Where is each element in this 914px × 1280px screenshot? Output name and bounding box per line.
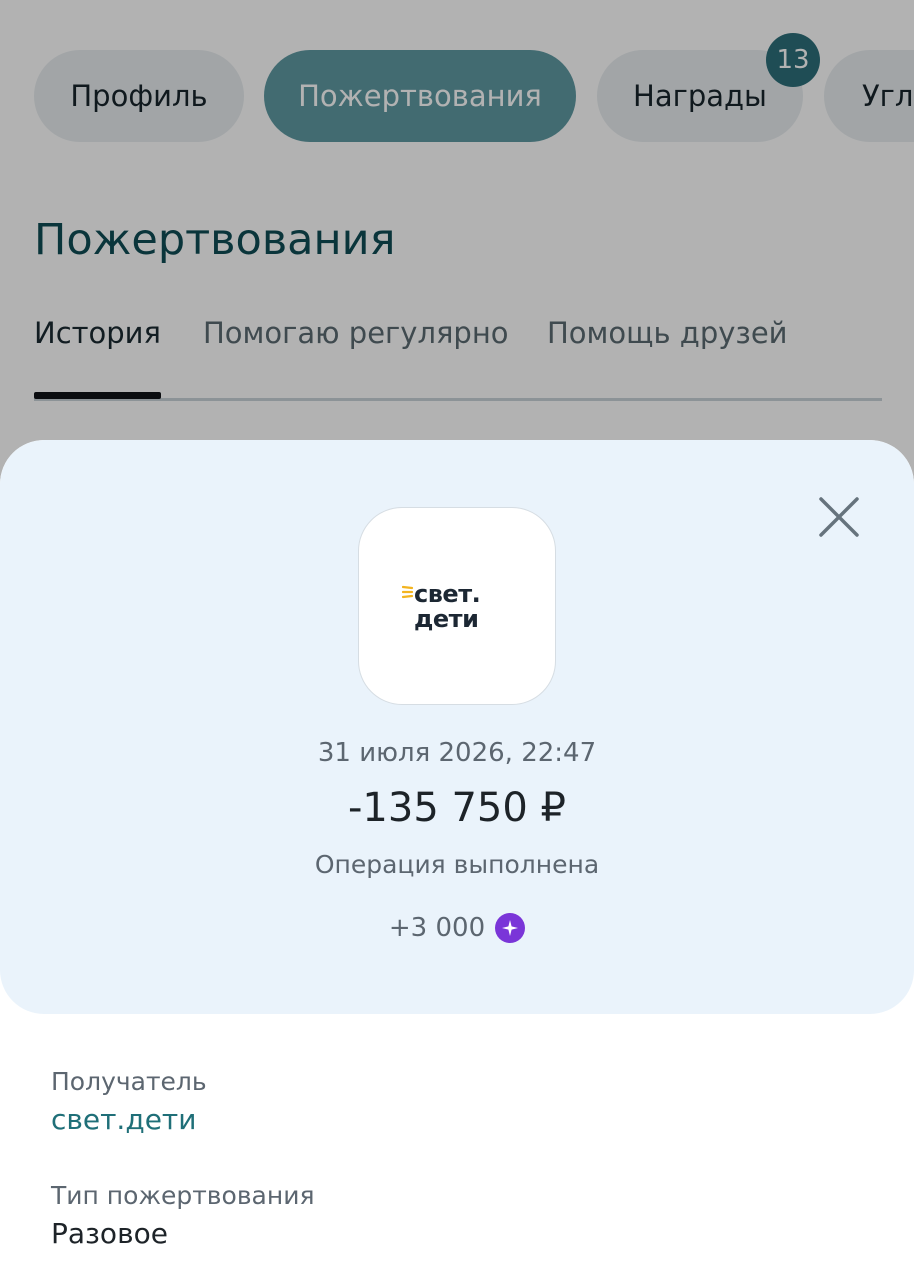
donation-details-sheet: свет. дети 31 июля 2026, 22:47 -135 750 … [0, 440, 914, 1280]
close-button[interactable] [812, 490, 866, 544]
recipient-label: Получатель [51, 1067, 207, 1096]
donation-type-value: Разовое [51, 1217, 168, 1250]
recipient-logo: свет. дети [358, 507, 556, 705]
operation-status: Операция выполнена [314, 850, 600, 879]
recipient-link[interactable]: свет.дети [51, 1103, 196, 1136]
donation-amount: -135 750 ₽ [347, 785, 566, 831]
svet-deti-logo: свет. дети [402, 580, 512, 633]
bonus-points: +3 000 [0, 913, 914, 943]
logo-text-svet: свет. [414, 580, 481, 608]
bonus-amount: +3 000 [388, 913, 486, 943]
logo-text-deti: дети [414, 605, 479, 633]
close-icon [819, 497, 859, 537]
donation-type-label: Тип пожертвования [51, 1181, 315, 1210]
logo-rays-icon [402, 585, 414, 599]
donation-summary: свет. дети 31 июля 2026, 22:47 -135 750 … [0, 440, 914, 1014]
donation-date: 31 июля 2026, 22:47 [317, 738, 597, 768]
sparkle-icon [495, 913, 526, 943]
